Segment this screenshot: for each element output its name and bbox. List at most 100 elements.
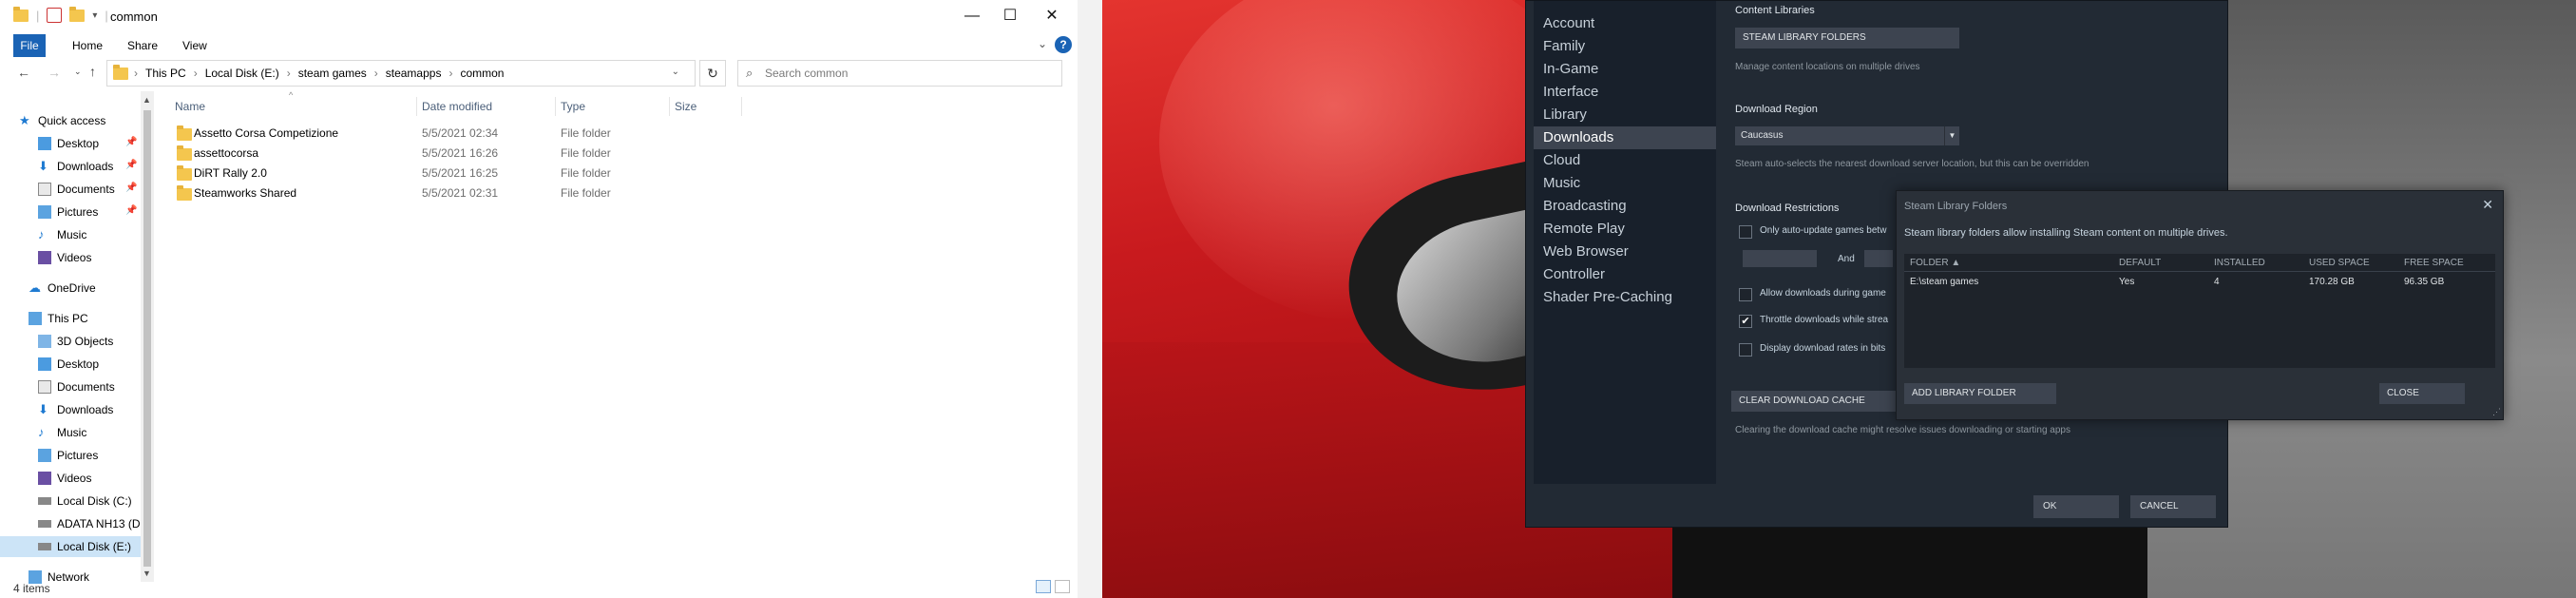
- nav-pc-downloads[interactable]: ⬇ Downloads: [38, 399, 113, 420]
- nav-documents[interactable]: Documents: [38, 179, 115, 200]
- nav-adata-d[interactable]: ADATA NH13 (D:: [38, 513, 143, 534]
- column-size[interactable]: Size: [675, 95, 696, 118]
- nav-pc-music[interactable]: ♪ Music: [38, 422, 86, 443]
- breadcrumb-local-disk-e[interactable]: Local Disk (E:): [205, 67, 279, 80]
- large-icons-view-icon[interactable]: [1055, 580, 1070, 593]
- allow-downloads-during-gameplay-checkbox[interactable]: [1739, 288, 1752, 301]
- ok-button[interactable]: OK: [2033, 495, 2119, 518]
- add-library-folder-button[interactable]: ADD LIBRARY FOLDER: [1904, 383, 2056, 404]
- file-row[interactable]: DiRT Rally 2.0 5/5/2021 16:25 File folde…: [167, 164, 737, 183]
- properties-icon[interactable]: [47, 8, 63, 23]
- drive-icon: [38, 520, 51, 528]
- music-icon: ♪: [38, 425, 45, 439]
- sidebar-item-cloud[interactable]: Cloud: [1534, 149, 1716, 172]
- cancel-button[interactable]: CANCEL: [2130, 495, 2216, 518]
- drive-icon: [38, 497, 51, 505]
- nav-local-disk-e[interactable]: Local Disk (E:): [0, 536, 141, 557]
- file-row[interactable]: assettocorsa 5/5/2021 16:26 File folder: [167, 144, 737, 164]
- steam-library-folders-button[interactable]: STEAM LIBRARY FOLDERS: [1735, 28, 1959, 48]
- tab-home[interactable]: Home: [61, 34, 114, 57]
- pictures-icon: [38, 449, 51, 462]
- close-icon[interactable]: ✕: [2482, 197, 2493, 213]
- sidebar-item-downloads[interactable]: Downloads: [1534, 126, 1716, 149]
- sidebar-item-library[interactable]: Library: [1534, 104, 1716, 126]
- folder-icon: [13, 6, 29, 22]
- region-value: Caucasus: [1741, 130, 1784, 141]
- nav-pc-videos[interactable]: Videos: [38, 468, 91, 489]
- auto-update-end-time[interactable]: [1864, 250, 1893, 267]
- sidebar-item-family[interactable]: Family: [1534, 35, 1716, 58]
- sidebar-item-web-browser[interactable]: Web Browser: [1534, 241, 1716, 263]
- nav-pictures[interactable]: Pictures: [38, 202, 98, 222]
- nav-local-disk-c[interactable]: Local Disk (C:): [38, 491, 132, 511]
- column-type[interactable]: Type: [561, 95, 585, 118]
- breadcrumb-common[interactable]: common: [460, 67, 504, 80]
- column-default[interactable]: DEFAULT: [2119, 258, 2161, 268]
- sidebar-item-broadcasting[interactable]: Broadcasting: [1534, 195, 1716, 218]
- back-arrow-icon[interactable]: ←: [17, 65, 30, 80]
- sidebar-item-interface[interactable]: Interface: [1534, 81, 1716, 104]
- breadcrumb-steamapps[interactable]: steamapps: [386, 67, 442, 80]
- details-view-icon[interactable]: [1036, 580, 1051, 593]
- nav-videos[interactable]: Videos: [38, 247, 91, 268]
- file-row[interactable]: Steamworks Shared 5/5/2021 02:31 File fo…: [167, 183, 737, 203]
- forward-arrow-icon[interactable]: →: [48, 65, 61, 80]
- maximize-button[interactable]: ☐: [988, 0, 1032, 32]
- address-dropdown-icon[interactable]: ⌄: [672, 67, 679, 77]
- sidebar-item-music[interactable]: Music: [1534, 172, 1716, 195]
- nav-pc-pictures[interactable]: Pictures: [38, 445, 98, 466]
- close-button[interactable]: CLOSE: [2379, 383, 2465, 404]
- nav-pc-documents[interactable]: Documents: [38, 376, 115, 397]
- nav-quick-access[interactable]: ★ Quick access: [19, 110, 105, 131]
- drive-icon: [38, 543, 51, 550]
- sidebar-item-remote-play[interactable]: Remote Play: [1534, 218, 1716, 241]
- column-date-modified[interactable]: Date modified: [422, 95, 492, 118]
- address-bar[interactable]: › This PC › Local Disk (E:) › steam game…: [106, 60, 696, 87]
- download-region-select[interactable]: Caucasus ▼: [1735, 126, 1959, 145]
- close-button[interactable]: ✕: [1030, 0, 1074, 32]
- column-free-space[interactable]: FREE SPACE: [2404, 258, 2464, 268]
- folder-icon: [177, 165, 192, 181]
- column-installed[interactable]: INSTALLED: [2214, 258, 2265, 268]
- help-icon[interactable]: ?: [1055, 36, 1072, 53]
- throttle-downloads-checkbox[interactable]: ✔: [1739, 315, 1752, 328]
- nav-desktop[interactable]: Desktop: [38, 133, 99, 154]
- resize-grip-icon[interactable]: ⋰: [2492, 407, 2501, 417]
- auto-update-checkbox[interactable]: [1739, 225, 1752, 239]
- nav-downloads[interactable]: ⬇ Downloads: [38, 156, 113, 177]
- breadcrumb-steam-games[interactable]: steam games: [298, 67, 367, 80]
- nav-pc-desktop[interactable]: Desktop: [38, 354, 99, 375]
- tab-share[interactable]: Share: [116, 34, 169, 57]
- column-used-space[interactable]: USED SPACE: [2309, 258, 2370, 268]
- column-folder[interactable]: FOLDER ▲: [1910, 258, 1960, 268]
- nav-3d-objects[interactable]: 3D Objects: [38, 331, 113, 352]
- sidebar-item-account[interactable]: Account: [1534, 12, 1716, 35]
- new-folder-icon[interactable]: [69, 6, 86, 22]
- scroll-down-icon[interactable]: ▼: [143, 569, 151, 578]
- up-arrow-icon[interactable]: ↑: [89, 64, 96, 79]
- tab-file[interactable]: File: [13, 34, 46, 57]
- scroll-up-icon[interactable]: ▲: [143, 95, 151, 105]
- sidebar-item-controller[interactable]: Controller: [1534, 263, 1716, 286]
- nav-onedrive[interactable]: ☁ OneDrive: [29, 278, 96, 299]
- column-name[interactable]: Name: [175, 95, 205, 118]
- refresh-button[interactable]: ↻: [699, 60, 726, 87]
- auto-update-start-time[interactable]: [1743, 250, 1817, 267]
- sidebar-item-in-game[interactable]: In-Game: [1534, 58, 1716, 81]
- recent-locations-icon[interactable]: ⌄: [74, 67, 82, 77]
- tab-view[interactable]: View: [171, 34, 219, 57]
- clear-download-cache-button[interactable]: CLEAR DOWNLOAD CACHE: [1731, 391, 1897, 412]
- scroll-thumb[interactable]: [143, 110, 151, 567]
- nav-scrollbar[interactable]: ▲ ▼: [141, 91, 154, 582]
- nav-this-pc[interactable]: This PC: [29, 308, 88, 329]
- breadcrumb-this-pc[interactable]: This PC: [145, 67, 186, 80]
- qat-dropdown-icon[interactable]: ▾: [92, 10, 97, 21]
- expand-ribbon-icon[interactable]: ⌄: [1038, 37, 1047, 50]
- videos-icon: [38, 472, 51, 485]
- display-rates-bits-checkbox[interactable]: [1739, 343, 1752, 357]
- nav-music[interactable]: ♪ Music: [38, 224, 86, 245]
- sidebar-item-shader-pre-caching[interactable]: Shader Pre-Caching: [1534, 286, 1716, 309]
- folder-icon: [177, 185, 192, 201]
- search-input[interactable]: ⌕ Search common: [737, 60, 1062, 87]
- file-row[interactable]: Assetto Corsa Competizione 5/5/2021 02:3…: [167, 124, 737, 144]
